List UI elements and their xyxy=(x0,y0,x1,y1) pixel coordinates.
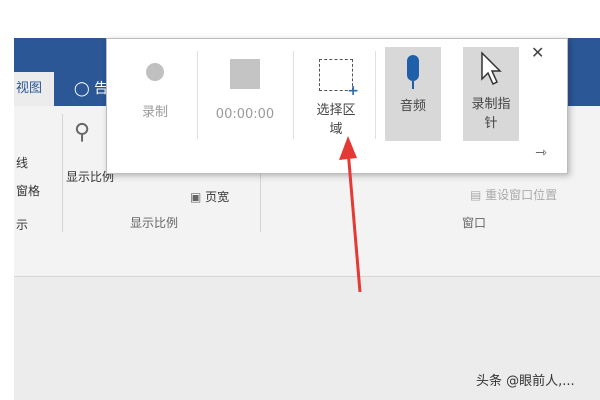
group-label-window: 窗口 xyxy=(462,216,487,230)
ribbon-left-label-2[interactable]: 窗格 xyxy=(16,182,40,199)
close-icon[interactable]: ✕ xyxy=(531,43,544,62)
ribbon-left-label-3: 示 xyxy=(16,218,29,232)
stop-button[interactable]: 00:00:00 xyxy=(205,49,285,139)
audio-toggle[interactable]: 音频 xyxy=(385,47,441,141)
stop-icon xyxy=(230,59,260,89)
record-icon xyxy=(146,63,164,81)
record-label: 录制 xyxy=(141,105,168,120)
page-width-button[interactable]: ▣ 页宽 xyxy=(190,188,229,205)
pointer-label-line2: 针 xyxy=(484,116,498,131)
timer-label: 00:00:00 xyxy=(215,107,275,122)
pointer-label-line1: 录制指 xyxy=(471,97,511,112)
pin-icon[interactable]: ⇾ xyxy=(535,145,547,161)
page-width-icon: ▣ xyxy=(190,190,202,204)
cursor-icon xyxy=(481,51,502,86)
microphone-icon xyxy=(407,55,419,81)
page-width-label: 页宽 xyxy=(205,190,230,204)
annotation-arrow xyxy=(339,136,362,293)
magnifier-icon: ⚲ xyxy=(74,120,91,145)
toolbar-divider xyxy=(293,51,294,139)
group-divider xyxy=(62,114,63,232)
record-pointer-toggle[interactable]: 录制指 针 xyxy=(463,47,519,141)
reset-window-label: 重设窗口位置 xyxy=(485,188,558,202)
reset-window-button[interactable]: ▤ 重设窗口位置 xyxy=(470,186,557,203)
tell-me-box[interactable]: ◯ 告 xyxy=(74,78,108,98)
reset-window-icon: ▤ xyxy=(470,188,482,202)
select-area-icon: + xyxy=(319,59,359,99)
record-button[interactable]: 录制 xyxy=(121,49,189,139)
ribbon-left-label-1[interactable]: 线 xyxy=(16,154,28,171)
lightbulb-icon: ◯ xyxy=(74,81,90,97)
watermark: 头条 @眼前人,... xyxy=(476,374,575,389)
toolbar-divider xyxy=(197,51,198,139)
group-label-zoom: 显示比例 xyxy=(130,216,179,230)
tab-view[interactable]: 视图 xyxy=(14,72,54,106)
audio-label: 音频 xyxy=(399,99,426,114)
select-area-label-line1: 选择区 xyxy=(316,103,356,118)
